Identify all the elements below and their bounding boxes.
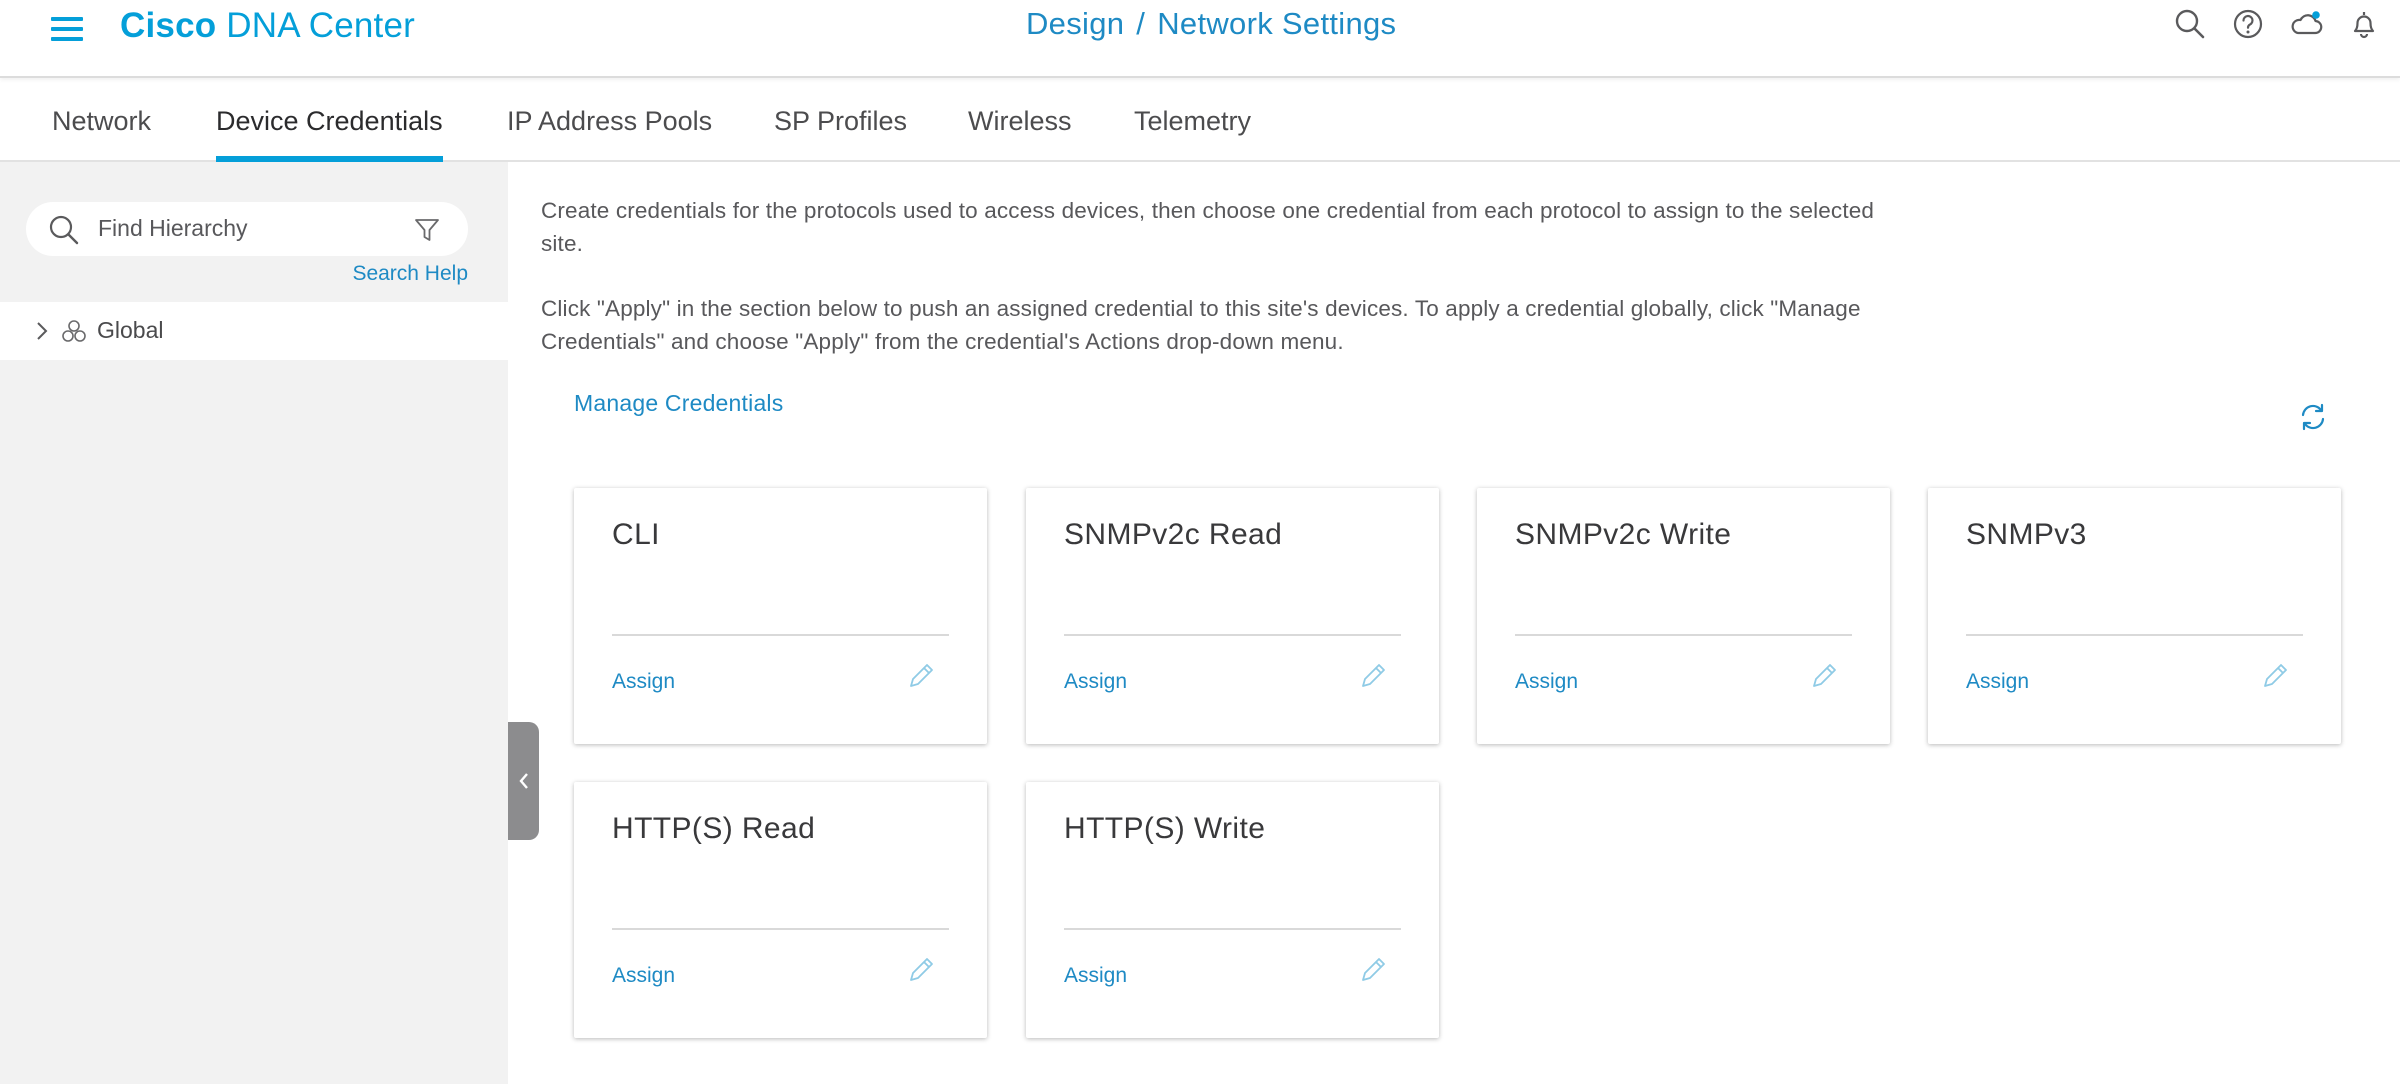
- breadcrumb: Design / Network Settings: [1026, 6, 1396, 42]
- tree-item-global[interactable]: Global: [0, 302, 508, 360]
- card-title: SNMPv2c Read: [1064, 518, 1283, 551]
- edit-pencil-icon[interactable]: [1357, 660, 1389, 692]
- cloud-icon[interactable]: [2288, 6, 2324, 42]
- manage-credentials-link[interactable]: Manage Credentials: [574, 390, 783, 417]
- tab-network[interactable]: Network: [52, 106, 151, 162]
- assign-link[interactable]: Assign: [612, 964, 675, 988]
- card-title: CLI: [612, 518, 660, 551]
- tab-device-credentials[interactable]: Device Credentials: [216, 106, 443, 162]
- menu-icon[interactable]: [50, 14, 84, 44]
- card-divider: [612, 928, 949, 930]
- edit-pencil-icon[interactable]: [1808, 660, 1840, 692]
- tab-telemetry[interactable]: Telemetry: [1134, 106, 1251, 162]
- intro-text: Create credentials for the protocols use…: [541, 198, 1875, 256]
- settings-tabs: Network Device Credentials IP Address Po…: [0, 80, 2400, 162]
- breadcrumb-separator: /: [1136, 6, 1146, 41]
- card-divider: [1064, 928, 1401, 930]
- card-title: HTTP(S) Read: [612, 812, 816, 845]
- card-title: SNMPv3: [1966, 518, 2087, 551]
- assign-link[interactable]: Assign: [612, 670, 675, 694]
- tab-sp-profiles[interactable]: SP Profiles: [774, 106, 907, 162]
- global-site-icon: [62, 320, 86, 342]
- assign-link[interactable]: Assign: [1064, 670, 1127, 694]
- credential-card-snmpv3: SNMPv3 Assign: [1928, 488, 2341, 744]
- app-title[interactable]: Cisco DNA Center: [120, 6, 415, 46]
- card-divider: [1515, 634, 1852, 636]
- card-divider: [612, 634, 949, 636]
- tree-item-label: Global: [97, 317, 164, 343]
- assign-link[interactable]: Assign: [1966, 670, 2029, 694]
- edit-pencil-icon[interactable]: [1357, 954, 1389, 986]
- tab-wireless[interactable]: Wireless: [968, 106, 1072, 162]
- bell-icon[interactable]: [2346, 6, 2382, 42]
- assign-link[interactable]: Assign: [1515, 670, 1578, 694]
- card-title: SNMPv2c Write: [1515, 518, 1732, 551]
- assign-link[interactable]: Assign: [1064, 964, 1127, 988]
- search-icon[interactable]: [2172, 6, 2208, 42]
- credential-card-snmpv2c-write: SNMPv2c Write Assign: [1477, 488, 1890, 744]
- tab-ip-address-pools[interactable]: IP Address Pools: [507, 106, 712, 162]
- search-icon: [49, 215, 79, 245]
- top-header: Cisco DNA Center Design / Network Settings: [0, 0, 2400, 78]
- edit-pencil-icon[interactable]: [905, 954, 937, 986]
- hierarchy-search-input[interactable]: Find Hierarchy: [26, 202, 468, 256]
- help-icon[interactable]: [2230, 6, 2266, 42]
- site-hierarchy-sidebar: Find Hierarchy Search Help Global: [0, 162, 508, 1084]
- chevron-left-icon: [518, 773, 528, 789]
- card-title: HTTP(S) Write: [1064, 812, 1266, 845]
- breadcrumb-design[interactable]: Design: [1026, 6, 1124, 41]
- search-help-link[interactable]: Search Help: [352, 262, 468, 286]
- card-divider: [1966, 634, 2303, 636]
- credential-card-cli: CLI Assign: [574, 488, 987, 744]
- chevron-right-icon[interactable]: [34, 320, 50, 342]
- search-placeholder: Find Hierarchy: [98, 215, 248, 241]
- filter-icon[interactable]: [414, 217, 440, 243]
- card-divider: [1064, 634, 1401, 636]
- collapse-sidebar-button[interactable]: [508, 722, 539, 840]
- credential-card-snmpv2c-read: SNMPv2c Read Assign: [1026, 488, 1439, 744]
- edit-pencil-icon[interactable]: [905, 660, 937, 692]
- breadcrumb-network-settings: Network Settings: [1157, 6, 1397, 41]
- edit-pencil-icon[interactable]: [2259, 660, 2291, 692]
- apply-instructions: Click "Apply" in the section below to pu…: [541, 296, 1861, 354]
- credential-card-https-read: HTTP(S) Read Assign: [574, 782, 987, 1038]
- refresh-icon[interactable]: [2296, 400, 2330, 434]
- credential-card-https-write: HTTP(S) Write Assign: [1026, 782, 1439, 1038]
